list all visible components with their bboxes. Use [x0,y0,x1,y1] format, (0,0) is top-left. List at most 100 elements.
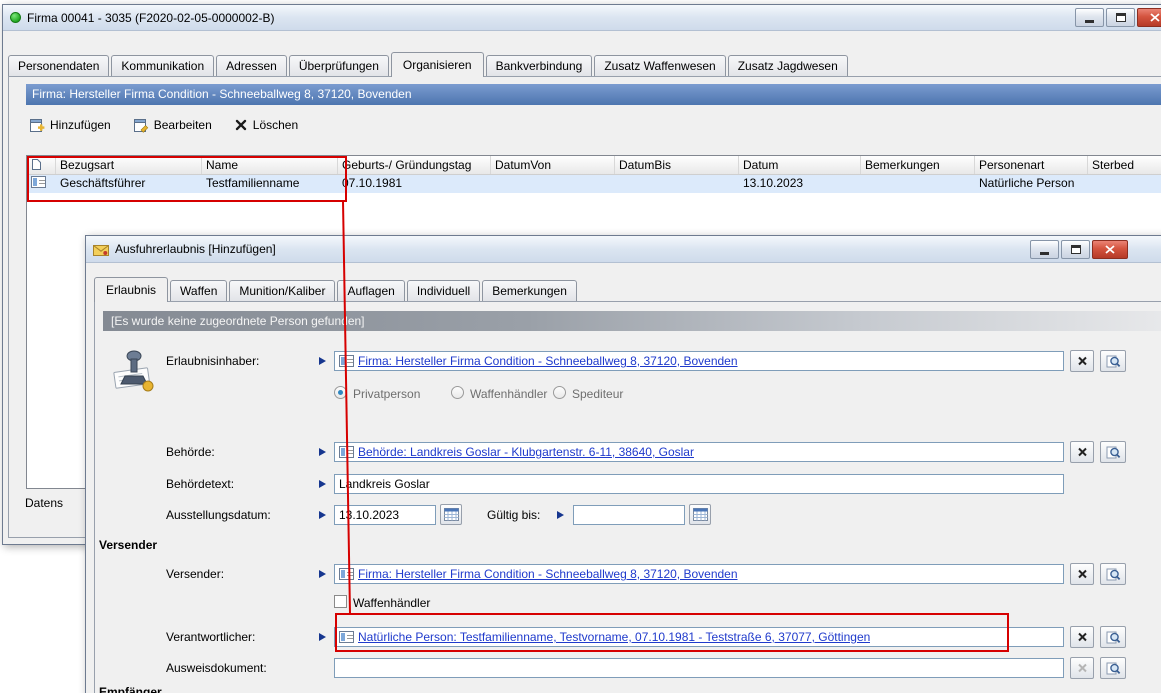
verantwortlicher-label: Verantwortlicher: [166,630,255,644]
tab-auflagen[interactable]: Auflagen [337,280,404,301]
clear-x-icon [1077,632,1088,642]
delete-button[interactable]: Löschen [231,116,301,134]
verantwortlicher-clear-button[interactable] [1070,626,1094,648]
behoerde-link[interactable]: Behörde: Landkreis Goslar - Klubgartenst… [358,445,694,459]
erlaubnisinhaber-link[interactable]: Firma: Hersteller Firma Condition - Schn… [358,354,738,368]
table-row[interactable]: Geschäftsführer Testfamilienname 07.10.1… [27,175,1161,193]
tab-zusatz-waffenwesen[interactable]: Zusatz Waffenwesen [594,55,725,76]
behoerdetext-value: Landkreis Goslar [339,477,430,491]
column-header-sterbedatum[interactable]: Sterbed [1088,156,1161,174]
waffenhaendler-checkbox[interactable] [334,595,347,608]
magnifier-icon [1106,354,1121,369]
tab-adressen[interactable]: Adressen [216,55,287,76]
ausweisdokument-search-button[interactable] [1100,657,1126,679]
cell-bemerkungen [861,175,975,193]
column-header-name[interactable]: Name [202,156,338,174]
cell-personenart: Natürliche Person [975,175,1088,193]
edit-button[interactable]: Bearbeiten [130,115,215,135]
gueltig-bis-input[interactable] [573,505,685,525]
behoerde-clear-button[interactable] [1070,441,1094,463]
radio-spediteur[interactable] [553,386,566,399]
versender-field[interactable]: Firma: Hersteller Firma Condition - Schn… [334,564,1064,584]
field-arrow-icon [319,570,326,578]
contact-card-icon [339,568,354,580]
column-header-datumbis[interactable]: DatumBis [615,156,739,174]
tab-bankverbindung[interactable]: Bankverbindung [486,55,593,76]
gueltig-bis-calendar-button[interactable] [689,504,711,525]
tab-munition-kaliber[interactable]: Munition/Kaliber [229,280,335,301]
column-header-bezugsart[interactable]: Bezugsart [56,156,202,174]
verantwortlicher-search-button[interactable] [1100,626,1126,648]
ausstellungsdatum-calendar-button[interactable] [440,504,462,525]
tab-personendaten[interactable]: Personendaten [8,55,109,76]
tab-bemerkungen[interactable]: Bemerkungen [482,280,577,301]
tab-individuell[interactable]: Individuell [407,280,480,301]
erlaubnisinhaber-label: Erlaubnisinhaber: [166,354,259,368]
radio-waffenhaendler-label: Waffenhändler [470,387,547,401]
maximize-icon [1071,245,1081,254]
radio-waffenhaendler[interactable] [451,386,464,399]
no-person-info-bar: [Es wurde keine zugeordnete Person gefun… [103,311,1161,331]
ausstellungsdatum-value: 13.10.2023 [339,508,399,522]
column-header-gruendungstag[interactable]: Geburts-/ Gründungstag [338,156,491,174]
contact-card-icon [339,355,354,367]
tab-ueberpruefungen[interactable]: Überprüfungen [289,55,389,76]
tab-waffen[interactable]: Waffen [170,280,227,301]
edit-icon [133,117,149,133]
minimize-button[interactable] [1075,8,1104,27]
clear-x-icon [1077,447,1088,457]
calendar-icon [444,508,459,521]
column-header-record-icon[interactable] [27,156,56,174]
field-arrow-icon [557,511,564,519]
erlaubnisinhaber-search-button[interactable] [1100,350,1126,372]
tab-organisieren[interactable]: Organisieren [391,52,484,77]
versender-clear-button[interactable] [1070,563,1094,585]
erlaubnisinhaber-field[interactable]: Firma: Hersteller Firma Condition - Schn… [334,351,1064,371]
contact-card-icon [31,176,46,188]
behoerde-field[interactable]: Behörde: Landkreis Goslar - Klubgartenst… [334,442,1064,462]
add-icon [29,117,45,133]
add-button[interactable]: Hinzufügen [26,115,114,135]
firma-window-titlebar[interactable]: Firma 00041 - 3035 (F2020-02-05-0000002-… [3,5,1161,31]
clear-x-icon [1077,569,1088,579]
verantwortlicher-link[interactable]: Natürliche Person: Testfamilienname, Tes… [358,630,870,644]
delete-icon [234,118,248,132]
ausweisdokument-field[interactable] [334,658,1064,678]
record-status-text: Datens [25,496,63,510]
behoerde-label: Behörde: [166,445,215,459]
maximize-button[interactable] [1106,8,1135,27]
relations-toolbar: Hinzufügen Bearbeiten Löschen [26,113,301,137]
column-header-datumvon[interactable]: DatumVon [491,156,615,174]
column-header-personenart[interactable]: Personenart [975,156,1088,174]
delete-button-label: Löschen [253,118,298,132]
tab-erlaubnis[interactable]: Erlaubnis [94,277,168,302]
field-arrow-icon [319,633,326,641]
ausstellungsdatum-label: Ausstellungsdatum: [166,508,271,522]
versender-link[interactable]: Firma: Hersteller Firma Condition - Schn… [358,567,738,581]
ausstellungsdatum-input[interactable]: 13.10.2023 [334,505,436,525]
cell-name: Testfamilienname [202,175,338,193]
behoerde-search-button[interactable] [1100,441,1126,463]
magnifier-icon [1106,445,1121,460]
field-arrow-icon [319,480,326,488]
column-header-bemerkungen[interactable]: Bemerkungen [861,156,975,174]
close-button[interactable] [1137,8,1161,27]
tab-zusatz-jagdwesen[interactable]: Zusatz Jagdwesen [728,55,848,76]
permit-stamp-icon [113,346,155,392]
dialog-close-button[interactable] [1092,240,1128,259]
ausweisdokument-clear-button-disabled [1070,657,1094,679]
dialog-titlebar[interactable]: Ausfuhrerlaubnis [Hinzufügen] [86,236,1161,263]
erlaubnisinhaber-clear-button[interactable] [1070,350,1094,372]
tab-kommunikation[interactable]: Kommunikation [111,55,214,76]
dialog-tab-bar: Erlaubnis Waffen Munition/Kaliber Auflag… [94,276,579,302]
radio-privatperson[interactable] [334,386,347,399]
behoerdetext-input[interactable]: Landkreis Goslar [334,474,1064,494]
verantwortlicher-field[interactable]: Natürliche Person: Testfamilienname, Tes… [334,627,1064,647]
cell-datumbis [615,175,739,193]
dialog-minimize-button[interactable] [1030,240,1059,259]
edit-button-label: Bearbeiten [154,118,212,132]
minimize-icon [1085,20,1094,23]
versender-search-button[interactable] [1100,563,1126,585]
column-header-datum[interactable]: Datum [739,156,861,174]
dialog-maximize-button[interactable] [1061,240,1090,259]
